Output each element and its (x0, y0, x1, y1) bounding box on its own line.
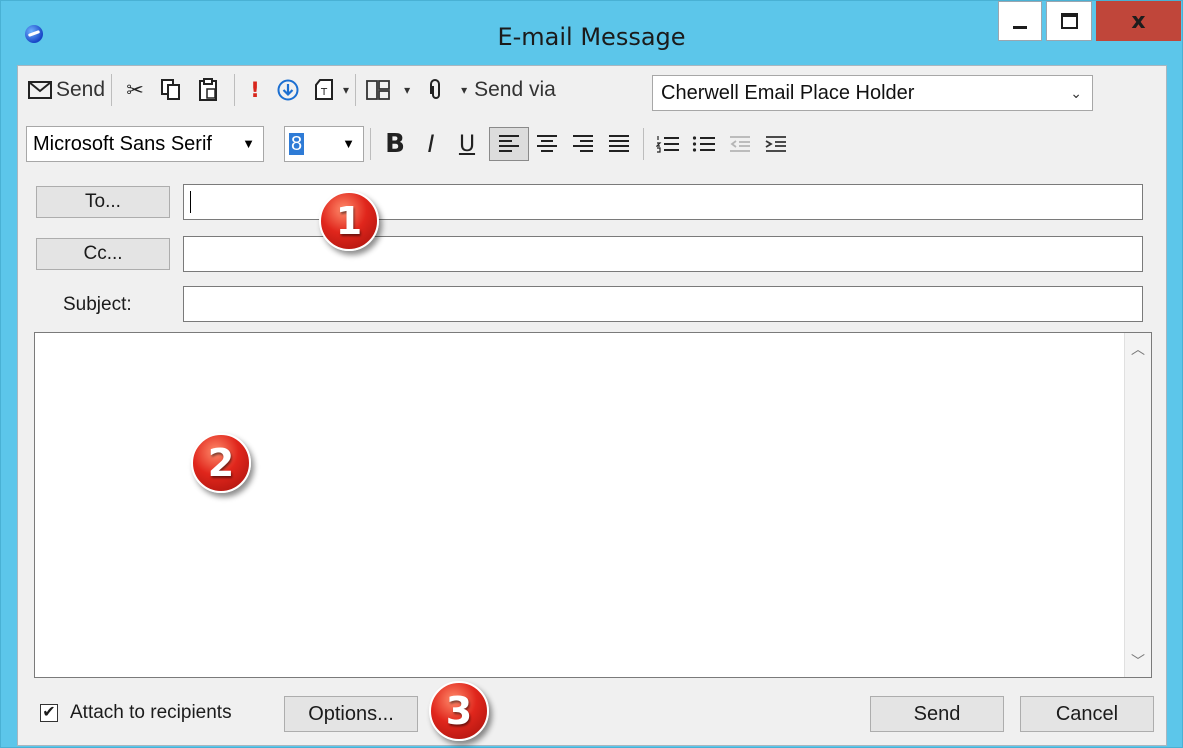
low-priority-icon[interactable] (269, 73, 307, 107)
font-size-select[interactable]: 8 ▼ (284, 126, 364, 162)
increase-indent-icon[interactable] (758, 127, 794, 161)
close-button[interactable]: x (1096, 1, 1181, 41)
toolbar-separator (111, 74, 113, 106)
message-body[interactable]: ︿ ﹀ (34, 332, 1152, 678)
align-right-icon[interactable] (565, 127, 601, 161)
callout-badge-3: 3 (429, 681, 489, 741)
bold-button[interactable]: B (377, 127, 413, 161)
options-button[interactable]: Options... (284, 696, 418, 732)
format-toolbar: Microsoft Sans Serif ▼ 8 ▼ B I U (26, 120, 794, 168)
cc-button[interactable]: Cc... (36, 238, 170, 270)
subject-field[interactable] (183, 286, 1143, 322)
minimize-icon (1013, 25, 1027, 29)
numbered-list-icon[interactable] (650, 127, 686, 161)
decrease-indent-icon[interactable] (722, 127, 758, 161)
cancel-button[interactable]: Cancel (1020, 696, 1154, 732)
title-bar[interactable]: E-mail Message x (1, 1, 1182, 65)
callout-badge-1: 1 (319, 191, 379, 251)
toolbar-separator (355, 74, 357, 106)
bulleted-list-icon[interactable] (686, 127, 722, 161)
toolbar-separator (643, 128, 644, 160)
maximize-icon (1060, 13, 1078, 29)
main-toolbar: Send ✂ ! T ▾ ▾ ▾ Send via (28, 66, 556, 114)
font-size-value: 8 (289, 133, 305, 155)
template-icon[interactable]: T (307, 73, 341, 107)
italic-button[interactable]: I (413, 127, 449, 161)
text-caret (190, 191, 191, 213)
send-toolbar-button[interactable]: Send (28, 73, 105, 107)
svg-text:T: T (320, 87, 328, 98)
checkmark-icon[interactable]: ✔ (40, 704, 58, 722)
font-family-select[interactable]: Microsoft Sans Serif ▼ (26, 126, 264, 162)
scroll-up-icon[interactable]: ︿ (1125, 339, 1151, 359)
send-button[interactable]: Send (870, 696, 1004, 732)
align-left-icon[interactable] (489, 127, 529, 161)
high-priority-icon[interactable]: ! (241, 73, 269, 107)
minimize-button[interactable] (998, 1, 1042, 41)
scroll-down-icon[interactable]: ﹀ (1125, 651, 1151, 671)
chevron-down-icon: ▼ (242, 136, 255, 151)
paste-icon[interactable] (190, 73, 228, 107)
chevron-down-icon: ▼ (342, 136, 355, 151)
toolbar-separator (370, 128, 371, 160)
template-dropdown-icon[interactable]: ▾ (343, 73, 349, 107)
send-via-value: Cherwell Email Place Holder (661, 82, 915, 104)
subject-label: Subject: (63, 294, 132, 315)
dialog-client-area: Send ✂ ! T ▾ ▾ ▾ Send via Cherwell Email… (17, 65, 1167, 746)
send-toolbar-label: Send (56, 78, 106, 101)
attachment-icon[interactable] (418, 73, 454, 107)
align-center-icon[interactable] (529, 127, 565, 161)
layout-icon[interactable] (362, 73, 394, 107)
attach-to-recipients-label: Attach to recipients (70, 702, 232, 723)
layout-dropdown-icon[interactable]: ▾ (396, 73, 418, 107)
attach-to-recipients-checkbox[interactable]: ✔ Attach to recipients (40, 702, 232, 724)
send-via-label: Send via (474, 78, 556, 101)
send-via-select[interactable]: Cherwell Email Place Holder ⌄ (652, 75, 1093, 111)
toolbar-separator (234, 74, 236, 106)
cut-icon[interactable]: ✂ (118, 73, 152, 107)
underline-button[interactable]: U (449, 127, 485, 161)
send-via-dropdown-icon[interactable]: ▾ (456, 73, 472, 107)
envelope-icon (28, 81, 52, 99)
copy-icon[interactable] (152, 73, 190, 107)
maximize-button[interactable] (1046, 1, 1092, 41)
callout-badge-2: 2 (191, 433, 251, 493)
to-button[interactable]: To... (36, 186, 170, 218)
email-message-window: E-mail Message x Send ✂ ! T ▾ ▾ ▾ Send v… (0, 0, 1183, 748)
justify-icon[interactable] (601, 127, 637, 161)
chevron-down-icon: ⌄ (1070, 85, 1082, 101)
font-family-value: Microsoft Sans Serif (33, 133, 212, 155)
vertical-scrollbar[interactable]: ︿ ﹀ (1124, 333, 1151, 677)
